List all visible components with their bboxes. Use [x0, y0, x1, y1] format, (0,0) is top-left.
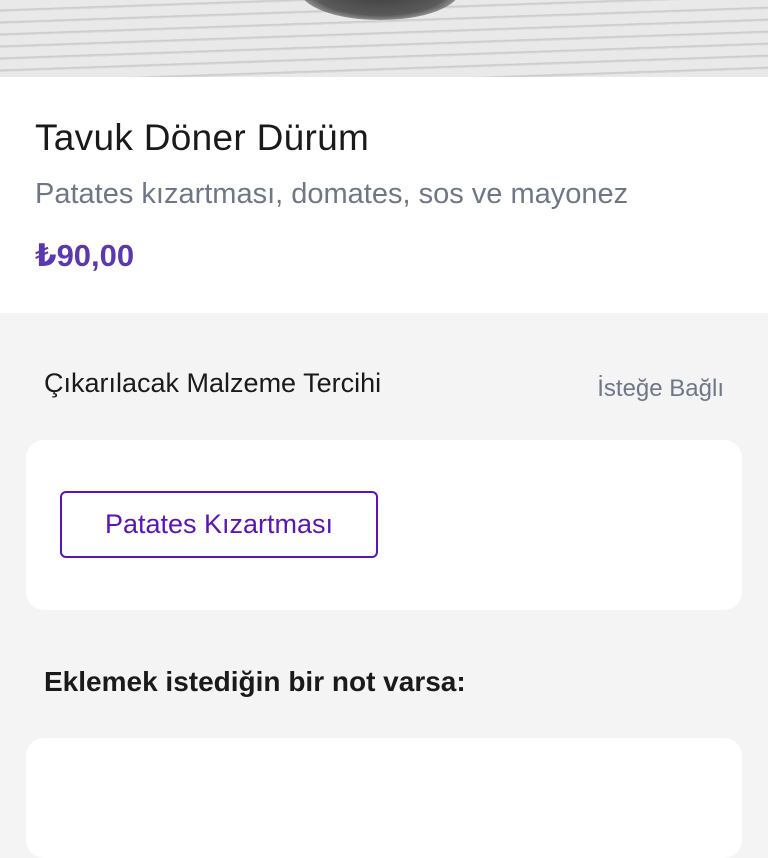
note-section-title: Eklemek istediğin bir not varsa:: [44, 666, 466, 697]
option-chip-patates-kizartmasi[interactable]: Patates Kızartması: [60, 491, 378, 558]
product-title: Tavuk Döner Dürüm: [35, 117, 370, 158]
removal-section-title: Çıkarılacak Malzeme Tercihi: [44, 368, 382, 398]
note-input-card[interactable]: [26, 738, 742, 858]
optional-label: İsteğe Bağlı: [597, 375, 724, 402]
product-price: ₺90,00: [35, 238, 135, 273]
product-description: Patates kızartması, domates, sos ve mayo…: [35, 178, 629, 210]
product-header: Tavuk Döner Dürüm Patates kızartması, do…: [0, 77, 768, 313]
product-image: [0, 0, 768, 77]
removal-options-card: Patates Kızartması: [26, 440, 742, 610]
dish-photo: [300, 0, 460, 20]
